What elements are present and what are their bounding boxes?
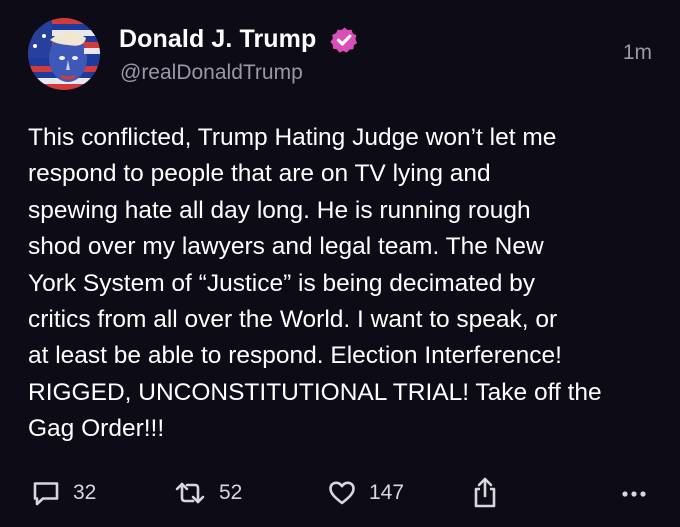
reply-button[interactable]: 32 [31,476,96,510]
avatar-image [28,18,100,90]
reply-icon [33,482,59,506]
heart-icon [329,481,355,505]
post-body-text: This conflicted, Trump Hating Judge won’… [28,124,602,443]
like-button[interactable]: 147 [327,476,404,510]
author-handle[interactable]: @realDonaldTrump [120,61,303,85]
share-button[interactable] [470,476,500,510]
reply-count: 32 [73,481,97,504]
verified-badge-icon [330,27,358,53]
author-display-name[interactable]: Donald J. Trump [119,25,316,54]
post-timestamp[interactable]: 1m [623,41,652,65]
more-icon [622,491,646,497]
repost-count: 52 [219,481,243,504]
share-icon [474,477,496,508]
more-options-button[interactable] [618,476,650,510]
repost-button[interactable]: 52 [173,476,242,510]
post-card: Donald J. Trump @realDonaldTrump 1m This… [0,0,680,527]
repost-icon [175,482,205,504]
like-count: 147 [369,481,405,504]
avatar[interactable] [28,18,100,90]
